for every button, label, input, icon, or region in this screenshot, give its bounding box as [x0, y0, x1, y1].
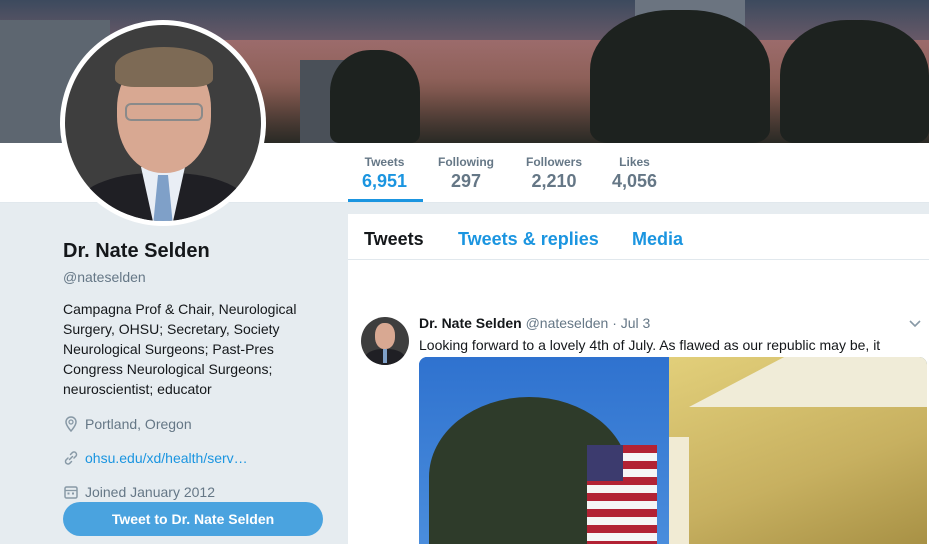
profile-joined: Joined January 2012 [63, 481, 333, 503]
profile-location-text: Portland, Oregon [85, 416, 192, 432]
link-icon [63, 450, 79, 466]
tweet-author-name[interactable]: Dr. Nate Selden [419, 315, 522, 331]
stat-following[interactable]: Following 297 [438, 155, 494, 192]
profile-name[interactable]: Dr. Nate Selden [63, 240, 333, 263]
timeline-tabs: Tweets Tweets & replies Media [348, 214, 929, 260]
stat-following-value: 297 [450, 171, 482, 191]
profile-avatar[interactable] [60, 20, 266, 226]
stat-following-label: Following [438, 155, 494, 169]
profile-joined-text: Joined January 2012 [85, 484, 215, 500]
stat-followers[interactable]: Followers 2,210 [526, 155, 582, 192]
stat-likes-value: 4,056 [612, 171, 658, 191]
tweet-date[interactable]: · Jul 3 [612, 315, 650, 331]
tweet-avatar[interactable] [361, 317, 409, 365]
stat-likes[interactable]: Likes 4,056 [612, 155, 657, 192]
tweet-author-handle[interactable]: @nateselden [526, 315, 609, 331]
chevron-down-icon[interactable] [909, 315, 921, 331]
profile-bio: Campagna Prof & Chair, Neurological Surg… [63, 301, 297, 397]
stat-followers-value: 2,210 [531, 171, 577, 191]
map-pin-icon [63, 416, 79, 433]
stat-tweets-value: 6,951 [362, 171, 408, 191]
tweet-to-button[interactable]: Tweet to Dr. Nate Selden [63, 502, 323, 536]
profile-location: Portland, Oregon [63, 413, 333, 435]
active-stat-indicator [348, 199, 423, 202]
flag-image [587, 445, 657, 544]
tab-tweets-replies[interactable]: Tweets & replies [458, 229, 599, 250]
profile-card: Dr. Nate Selden @nateselden Campagna Pro… [63, 240, 333, 503]
tweet-photo[interactable] [419, 357, 927, 544]
calendar-icon [63, 484, 79, 500]
stat-followers-label: Followers [526, 155, 583, 169]
profile-website: ohsu.edu/xd/health/serv… [63, 447, 333, 469]
profile-handle[interactable]: @nateselden [63, 269, 333, 285]
profile-website-link[interactable]: ohsu.edu/xd/health/serv… [85, 450, 248, 466]
stat-tweets-label: Tweets [364, 155, 405, 169]
tab-media[interactable]: Media [632, 229, 683, 250]
stat-likes-label: Likes [619, 155, 650, 169]
tab-tweets[interactable]: Tweets [364, 229, 424, 250]
stat-tweets[interactable]: Tweets 6,951 [362, 155, 407, 192]
tweet-header: Dr. Nate Selden @nateselden · Jul 3 [419, 315, 650, 331]
